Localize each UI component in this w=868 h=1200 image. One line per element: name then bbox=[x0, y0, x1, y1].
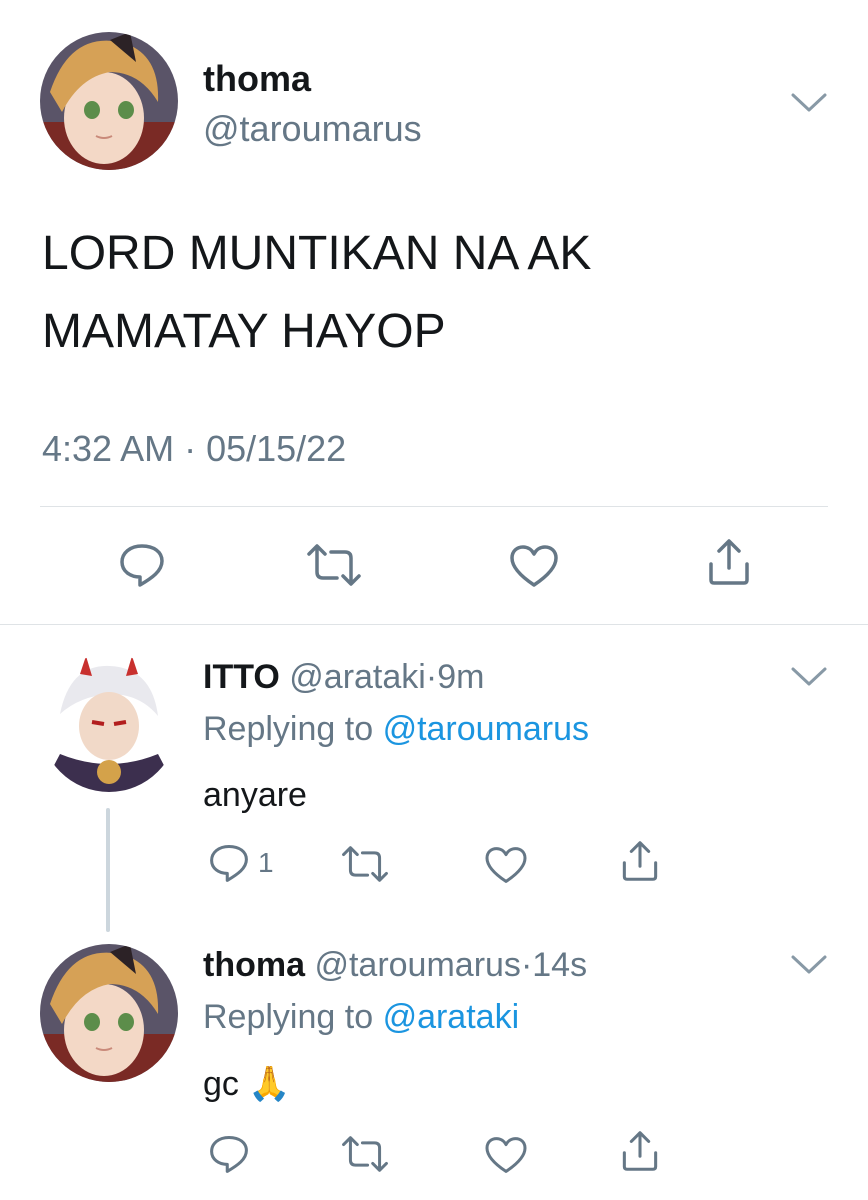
display-name[interactable]: ITTO bbox=[203, 658, 280, 696]
avatar[interactable] bbox=[40, 32, 178, 170]
replying-to: Replying to @arataki bbox=[203, 998, 519, 1037]
reply-button[interactable] bbox=[206, 1134, 252, 1174]
retweet-button[interactable] bbox=[340, 1136, 390, 1172]
share-button[interactable] bbox=[620, 1130, 660, 1172]
avatar[interactable] bbox=[40, 654, 178, 792]
handle[interactable]: @taroumarus bbox=[314, 946, 520, 984]
reply-icon bbox=[206, 1134, 252, 1174]
tweet-text-line2: MAMATAY HAYOP bbox=[42, 305, 446, 358]
reply-count: 1 bbox=[258, 847, 274, 878]
share-icon bbox=[620, 1130, 660, 1172]
like-button[interactable] bbox=[484, 846, 528, 884]
retweet-button[interactable] bbox=[340, 846, 390, 882]
reply-button[interactable] bbox=[118, 542, 166, 588]
share-icon bbox=[706, 538, 752, 586]
like-button[interactable] bbox=[484, 1136, 528, 1174]
reply-header: ITTO @arataki·9m bbox=[203, 658, 484, 697]
reply-time[interactable]: 14s bbox=[532, 946, 587, 984]
replying-to: Replying to @taroumarus bbox=[203, 710, 589, 749]
reply-icon bbox=[118, 542, 166, 588]
reply-button[interactable]: 1 bbox=[206, 843, 274, 883]
emoji: 🙏 bbox=[248, 1065, 291, 1103]
timestamp[interactable]: 4:32 AM · 05/15/22 bbox=[42, 428, 346, 470]
share-icon bbox=[620, 840, 660, 882]
retweet-icon bbox=[305, 544, 363, 586]
share-button[interactable] bbox=[706, 538, 752, 586]
divider bbox=[40, 506, 828, 507]
replying-prefix: Replying to bbox=[203, 998, 374, 1036]
reply-text: anyare bbox=[203, 776, 307, 814]
display-name[interactable]: thoma bbox=[203, 946, 305, 984]
chevron-down-icon[interactable] bbox=[790, 954, 828, 976]
separator: · bbox=[520, 946, 533, 984]
like-button[interactable] bbox=[509, 544, 559, 588]
like-icon bbox=[484, 846, 528, 884]
handle[interactable]: @taroumarus bbox=[203, 108, 422, 150]
replying-prefix: Replying to bbox=[203, 710, 374, 748]
reply-text: gc bbox=[203, 1065, 239, 1103]
replying-to-link[interactable]: @taroumarus bbox=[383, 710, 589, 748]
chevron-down-icon[interactable] bbox=[790, 666, 828, 688]
display-name[interactable]: thoma bbox=[203, 58, 311, 100]
reply-header: thoma @taroumarus·14s bbox=[203, 946, 587, 985]
section-divider bbox=[0, 624, 868, 625]
avatar[interactable] bbox=[40, 944, 178, 1082]
replying-to-link[interactable]: @arataki bbox=[383, 998, 520, 1036]
reply-time[interactable]: 9m bbox=[437, 658, 484, 696]
retweet-button[interactable] bbox=[305, 544, 363, 586]
like-icon bbox=[509, 544, 559, 588]
separator: · bbox=[425, 658, 438, 696]
handle[interactable]: @arataki bbox=[289, 658, 426, 696]
retweet-icon bbox=[340, 1136, 390, 1172]
tweet-text-line1: LORD MUNTIKAN NA AK bbox=[42, 227, 592, 280]
reply-icon bbox=[206, 843, 252, 883]
like-icon bbox=[484, 1136, 528, 1174]
chevron-down-icon[interactable] bbox=[790, 92, 828, 114]
reply-text-row: gc 🙏 bbox=[203, 1064, 291, 1104]
share-button[interactable] bbox=[620, 840, 660, 882]
retweet-icon bbox=[340, 846, 390, 882]
thread-line bbox=[106, 808, 110, 932]
